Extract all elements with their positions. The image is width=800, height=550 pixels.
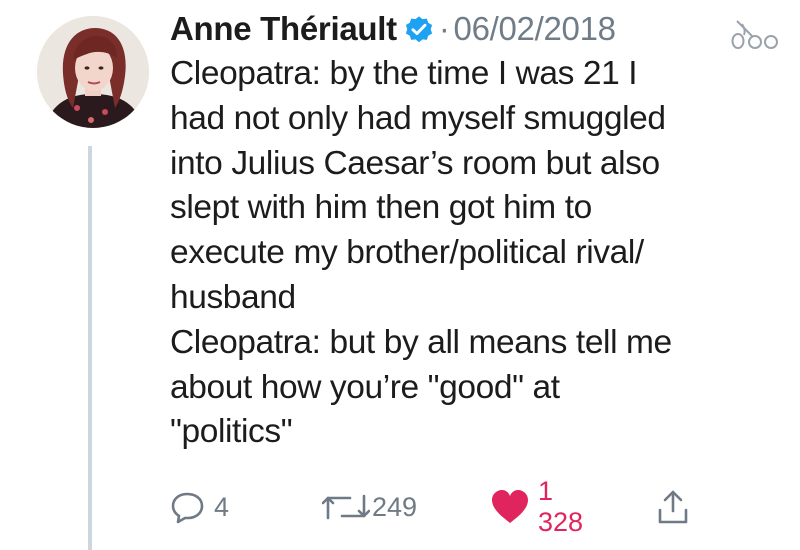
reply-button[interactable]: 4 (170, 485, 229, 529)
avatar-photo (37, 16, 149, 128)
tweet-header: Anne Thériault · 06/02/2018 (170, 4, 616, 54)
reply-icon (170, 490, 206, 524)
verified-badge-icon (403, 13, 435, 45)
like-button[interactable]: 1 328 (490, 476, 583, 537)
share-button[interactable] (656, 485, 690, 529)
retweet-button[interactable]: 249 (322, 485, 417, 529)
tweet-text-line: had not only had myself smuggled (170, 99, 666, 137)
retweet-icon (322, 490, 370, 524)
tweet-text-line: Cleopatra: by the time I was 21 I (170, 55, 638, 92)
like-count: 1 328 (538, 476, 584, 537)
tweet-text-line: into Julius Caesar’s room but also (170, 144, 660, 182)
tweet-text-line: "politics" (170, 413, 293, 451)
tweet-text: Cleopatra: by the time I was 21 I had no… (170, 52, 780, 455)
thread-line (88, 146, 92, 550)
tweet-text-line: Cleopatra: but by all means tell me (170, 323, 672, 361)
tweet-text-line: husband (170, 278, 296, 316)
share-icon (656, 489, 690, 525)
header-separator: · (438, 10, 450, 47)
tweet-text-line: about how you’re "good" at (170, 368, 560, 406)
tweet-text-line: execute my brother/political rival/ (170, 234, 644, 272)
heart-icon (490, 489, 530, 525)
avatar[interactable] (37, 16, 149, 128)
author-name[interactable]: Anne Thériault (170, 10, 397, 48)
retweet-count: 249 (372, 491, 418, 522)
tweet-text-line: slept with him then got him to (170, 189, 592, 227)
tweet-date[interactable]: 06/02/2018 (454, 10, 616, 48)
reply-count: 4 (214, 491, 230, 522)
caret-icon[interactable] (730, 14, 788, 52)
